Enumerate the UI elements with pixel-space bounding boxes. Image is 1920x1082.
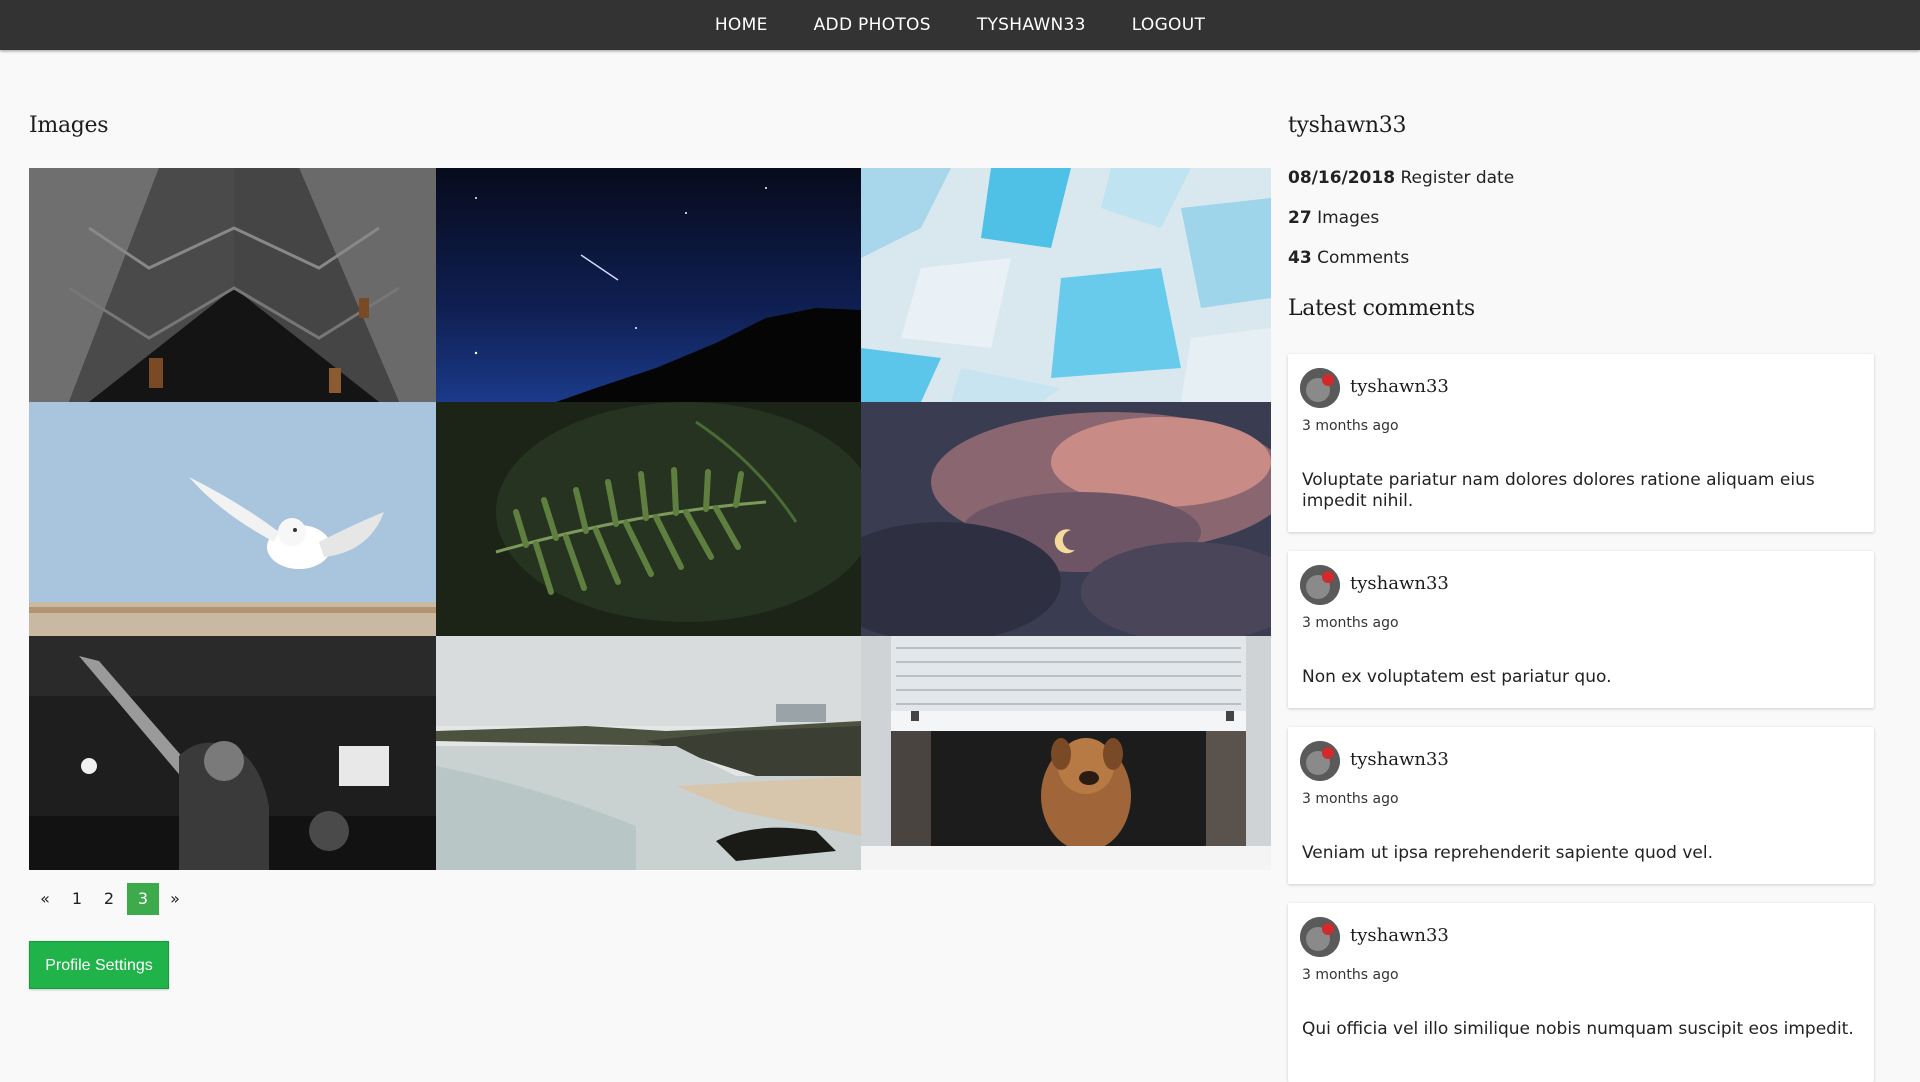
nav-add-photos-link[interactable]: ADD PHOTOS bbox=[814, 0, 931, 50]
comments-count-value: 43 bbox=[1288, 248, 1312, 268]
images-count-value: 27 bbox=[1288, 208, 1312, 228]
comment-card: tyshawn33 3 months ago Veniam ut ipsa re… bbox=[1288, 727, 1874, 884]
images-heading: Images bbox=[29, 113, 109, 138]
avatar[interactable] bbox=[1300, 368, 1340, 408]
photo-night-sky[interactable] bbox=[436, 168, 861, 402]
avatar[interactable] bbox=[1300, 741, 1340, 781]
pagination-page-2[interactable]: 2 bbox=[93, 883, 125, 915]
comment-timestamp: 3 months ago bbox=[1302, 791, 1399, 807]
photo-moon-clouds[interactable] bbox=[861, 402, 1271, 636]
comment-username[interactable]: tyshawn33 bbox=[1350, 925, 1449, 946]
register-date-stat: 08/16/2018 Register date bbox=[1288, 168, 1514, 188]
nav-home-link[interactable]: HOME bbox=[715, 0, 768, 50]
register-date-value: 08/16/2018 bbox=[1288, 168, 1396, 188]
profile-username-heading: tyshawn33 bbox=[1288, 113, 1407, 138]
latest-comments-heading: Latest comments bbox=[1288, 296, 1475, 321]
comment-card: tyshawn33 3 months ago Voluptate pariatu… bbox=[1288, 354, 1874, 532]
comment-timestamp: 3 months ago bbox=[1302, 967, 1399, 983]
comment-text: Qui officia vel illo similique nobis num… bbox=[1302, 1019, 1854, 1039]
top-navbar: HOME ADD PHOTOS TYSHAWN33 LOGOUT bbox=[0, 0, 1920, 50]
comment-text: Veniam ut ipsa reprehenderit sapiente qu… bbox=[1302, 843, 1714, 863]
photo-glacier[interactable] bbox=[861, 168, 1271, 402]
comment-text: Non ex voluptatem est pariatur quo. bbox=[1302, 667, 1612, 687]
profile-settings-button[interactable]: Profile Settings bbox=[29, 941, 169, 989]
images-count-stat: 27 Images bbox=[1288, 208, 1379, 228]
comment-username[interactable]: tyshawn33 bbox=[1350, 573, 1449, 594]
register-date-label: Register date bbox=[1400, 168, 1515, 188]
images-count-label: Images bbox=[1317, 208, 1380, 228]
pagination-next[interactable]: » bbox=[159, 883, 191, 915]
avatar[interactable] bbox=[1300, 565, 1340, 605]
photo-beach[interactable] bbox=[436, 636, 861, 870]
comment-username[interactable]: tyshawn33 bbox=[1350, 376, 1449, 397]
comment-timestamp: 3 months ago bbox=[1302, 418, 1399, 434]
avatar[interactable] bbox=[1300, 917, 1340, 957]
pagination: « 1 2 3 » bbox=[29, 883, 191, 915]
pagination-page-1[interactable]: 1 bbox=[61, 883, 93, 915]
comments-count-stat: 43 Comments bbox=[1288, 248, 1409, 268]
comment-card: tyshawn33 3 months ago Qui officia vel i… bbox=[1288, 903, 1874, 1082]
pagination-page-3-active[interactable]: 3 bbox=[127, 883, 159, 915]
comment-card: tyshawn33 3 months ago Non ex voluptatem… bbox=[1288, 551, 1874, 708]
comment-text: Voluptate pariatur nam dolores dolores r… bbox=[1302, 470, 1815, 511]
nav-profile-link[interactable]: TYSHAWN33 bbox=[977, 0, 1086, 50]
nav-logout-link[interactable]: LOGOUT bbox=[1132, 0, 1205, 50]
photo-concert[interactable] bbox=[29, 636, 436, 870]
comments-count-label: Comments bbox=[1317, 248, 1410, 268]
photo-fern[interactable] bbox=[436, 402, 861, 636]
photo-snowy-owl[interactable] bbox=[29, 402, 436, 636]
comment-username[interactable]: tyshawn33 bbox=[1350, 749, 1449, 770]
photo-architecture[interactable] bbox=[29, 168, 436, 402]
photo-dog-window[interactable] bbox=[861, 636, 1271, 870]
comment-timestamp: 3 months ago bbox=[1302, 615, 1399, 631]
image-grid bbox=[29, 168, 1271, 870]
pagination-prev[interactable]: « bbox=[29, 883, 61, 915]
